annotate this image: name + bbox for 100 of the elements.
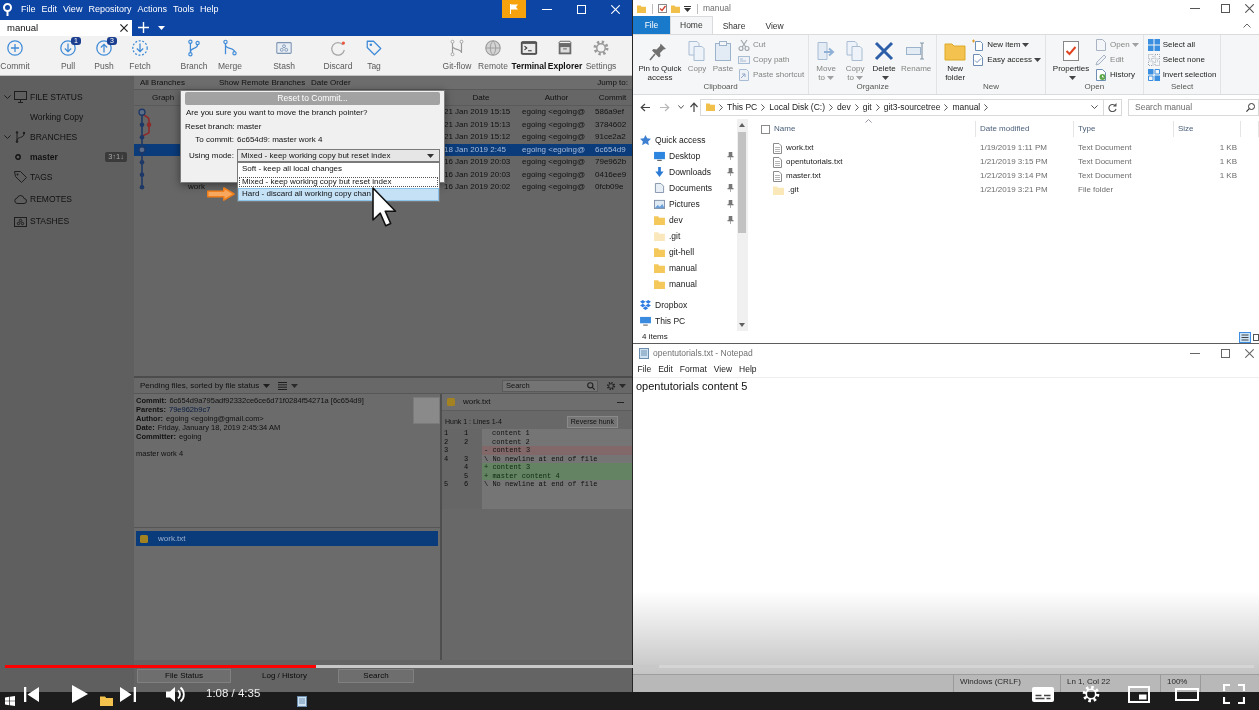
filter-option[interactable]: Show Remote Branches [219, 77, 311, 88]
menu-item[interactable]: Edit [38, 3, 61, 15]
play-icon[interactable] [72, 685, 88, 703]
text-editor[interactable]: opentutorials content 5 [633, 377, 1259, 674]
windows-logo-icon[interactable] [5, 696, 15, 706]
nav-item[interactable]: Desktop [633, 148, 737, 164]
ribbon-tab[interactable]: Share [712, 17, 756, 34]
nav-item[interactable]: Quick access [633, 132, 737, 148]
scroll-up-icon[interactable] [739, 123, 745, 127]
next-icon[interactable] [120, 686, 136, 702]
up-icon[interactable] [690, 102, 698, 112]
file-name[interactable]: opentutorials.txt [786, 157, 843, 167]
ribbon-button[interactable]: Pin to Quick access [637, 37, 683, 82]
file-name[interactable]: .git [788, 185, 799, 195]
menu-item[interactable]: Actions [134, 3, 170, 15]
scrollbar[interactable] [737, 119, 747, 331]
document-check-icon[interactable] [658, 4, 667, 13]
toolbar-button[interactable]: Fetch [122, 36, 158, 75]
ribbon-button[interactable]: Delete [871, 37, 898, 82]
menu-item[interactable]: View [710, 364, 736, 375]
nav-item[interactable]: This PC [633, 313, 737, 329]
breadcrumb-item[interactable]: manual [952, 101, 981, 113]
toolbar-button[interactable]: Stash [266, 36, 302, 75]
nav-item[interactable]: dev [633, 212, 737, 228]
filter-option[interactable]: Date Order [311, 77, 351, 88]
breadcrumb-item[interactable]: git3-sourcetree [883, 101, 941, 113]
ribbon-button[interactable]: Easy access [972, 52, 1042, 67]
theater-mode-icon[interactable] [1175, 687, 1199, 701]
toolbar-button[interactable]: Remote [475, 36, 511, 75]
chevron-up-icon[interactable] [1243, 23, 1251, 28]
menu-item[interactable]: Help [735, 364, 761, 375]
ribbon-button[interactable]: New item [972, 37, 1042, 52]
menu-item[interactable]: Help [196, 3, 222, 15]
view-tab[interactable]: File Status [137, 669, 231, 683]
caret-icon[interactable] [1091, 105, 1098, 109]
close-icon[interactable] [120, 24, 128, 32]
nav-item[interactable]: Dropbox [633, 297, 737, 313]
ribbon-tab[interactable]: View [755, 17, 794, 34]
checkbox[interactable] [761, 124, 770, 134]
caret-icon[interactable] [684, 5, 691, 12]
ribbon-button[interactable]: New folder [941, 37, 970, 82]
ribbon-tab[interactable]: Home [670, 16, 713, 34]
progress-track[interactable] [5, 665, 1254, 668]
menu-item[interactable]: Format [676, 364, 711, 375]
breadcrumb-item[interactable]: This PC [727, 101, 758, 113]
mode-select[interactable]: Mixed - keep working copy but reset index [237, 149, 440, 162]
menu-item[interactable]: View [60, 3, 86, 15]
toolbar-button[interactable]: Explorer [547, 36, 583, 75]
minimize-icon[interactable] [1190, 352, 1200, 354]
breadcrumb-item[interactable]: dev [836, 101, 851, 113]
breadcrumb-item[interactable]: Local Disk (C:) [769, 101, 825, 113]
fullscreen-icon[interactable] [1223, 684, 1245, 704]
tab[interactable]: manual [0, 20, 132, 36]
maximize-icon[interactable] [1220, 348, 1230, 358]
refresh-icon[interactable] [1108, 102, 1117, 112]
nav-item[interactable]: Documents [633, 180, 737, 196]
notepad-icon[interactable] [297, 695, 307, 707]
nav-item[interactable]: Downloads [633, 164, 737, 180]
maximize-icon[interactable] [1220, 4, 1230, 13]
nav-item[interactable]: git-hell [633, 244, 737, 260]
plus-icon[interactable] [138, 22, 149, 33]
view-tab[interactable]: Search [338, 669, 414, 683]
toolbar-button[interactable]: Terminal [511, 36, 547, 75]
nav-item[interactable]: .git [633, 228, 737, 244]
back-icon[interactable] [640, 102, 650, 112]
toolbar-button[interactable]: Merge [212, 36, 248, 75]
nav-item[interactable]: Pictures [633, 196, 737, 212]
toolbar-button[interactable]: Commit [0, 36, 30, 75]
details-view-icon[interactable] [1239, 331, 1251, 343]
address-field[interactable]: This PC Local Disk (C:) dev git git3-sourcetree manual [700, 98, 1122, 116]
file-name[interactable]: master.txt [786, 171, 821, 181]
toolbar-button[interactable]: Discard [320, 36, 356, 75]
miniplayer-icon[interactable] [1128, 685, 1150, 703]
previous-icon[interactable] [24, 686, 39, 702]
dropdown-option[interactable]: Hard - discard all working copy chan [238, 188, 439, 201]
dropdown-option[interactable]: Mixed - keep working copy but reset index [238, 175, 439, 188]
scroll-thumb[interactable] [738, 132, 746, 233]
menu-item[interactable]: File [634, 364, 655, 375]
folder-icon[interactable] [100, 696, 113, 706]
column-header[interactable]: Size [1174, 121, 1241, 137]
menu-item[interactable]: Edit [654, 364, 677, 375]
toolbar-button[interactable]: Tag [356, 36, 392, 75]
file-row[interactable]: work.txt [136, 531, 438, 546]
column-header[interactable]: Date modified [976, 121, 1074, 137]
minimize-icon[interactable] [542, 8, 552, 10]
filter-option[interactable]: All Branches [140, 77, 219, 88]
toolbar-button[interactable]: Branch [176, 36, 212, 75]
ribbon-button[interactable]: Select none [1147, 52, 1217, 67]
caret-icon[interactable] [158, 26, 165, 30]
column-header[interactable]: Name [774, 124, 796, 134]
ribbon-button[interactable]: History [1095, 67, 1139, 82]
dropdown-option[interactable]: Soft - keep all local changes [238, 163, 439, 176]
nav-item[interactable]: manual [633, 260, 737, 276]
ribbon-tab[interactable]: File [633, 16, 670, 34]
nav-item[interactable]: manual [633, 276, 737, 292]
ribbon-button[interactable]: Select all [1147, 37, 1217, 52]
file-name[interactable]: work.txt [786, 143, 814, 153]
breadcrumb-item[interactable]: git [862, 101, 872, 113]
column-header[interactable]: Type [1074, 121, 1174, 137]
toolbar-button[interactable]: Git-flow [439, 36, 475, 75]
